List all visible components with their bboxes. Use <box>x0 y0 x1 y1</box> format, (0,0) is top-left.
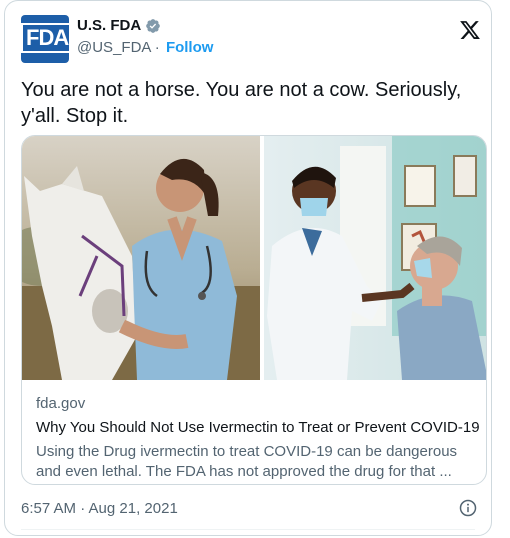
card-title[interactable]: Why You Should Not Use Ivermectin to Tre… <box>36 418 480 438</box>
card-domain[interactable]: fda.gov <box>36 394 476 414</box>
avatar-logo-text: FDA <box>21 23 69 53</box>
tweet-header: FDA U.S. FDA @US_FDA · Follow <box>21 15 481 63</box>
tweet-card[interactable]: FDA U.S. FDA @US_FDA · Follow You are no… <box>4 0 492 536</box>
avatar[interactable]: FDA <box>21 15 69 63</box>
card-meta: fda.gov Why You Should Not Use Ivermecti… <box>36 394 480 482</box>
handle[interactable]: @US_FDA <box>77 39 151 56</box>
card-image[interactable] <box>22 136 487 380</box>
separator: · <box>154 39 160 56</box>
x-logo-icon[interactable] <box>459 19 481 41</box>
account-names: U.S. FDA @US_FDA · Follow <box>77 17 213 56</box>
timestamp[interactable]: 6:57 AM · Aug 21, 2021 <box>21 500 178 517</box>
info-icon[interactable] <box>459 499 477 517</box>
tweet-text: You are not a horse. You are not a cow. … <box>21 79 462 127</box>
link-card[interactable]: fda.gov Why You Should Not Use Ivermecti… <box>21 135 487 485</box>
display-name[interactable]: U.S. FDA <box>77 17 141 34</box>
verified-badge-icon <box>146 18 161 33</box>
card-description: Using the Drug ivermectin to treat COVID… <box>36 443 458 480</box>
follow-button[interactable]: Follow <box>166 39 214 56</box>
tweet-footer: 6:57 AM · Aug 21, 2021 <box>21 499 477 517</box>
divider <box>21 529 475 530</box>
